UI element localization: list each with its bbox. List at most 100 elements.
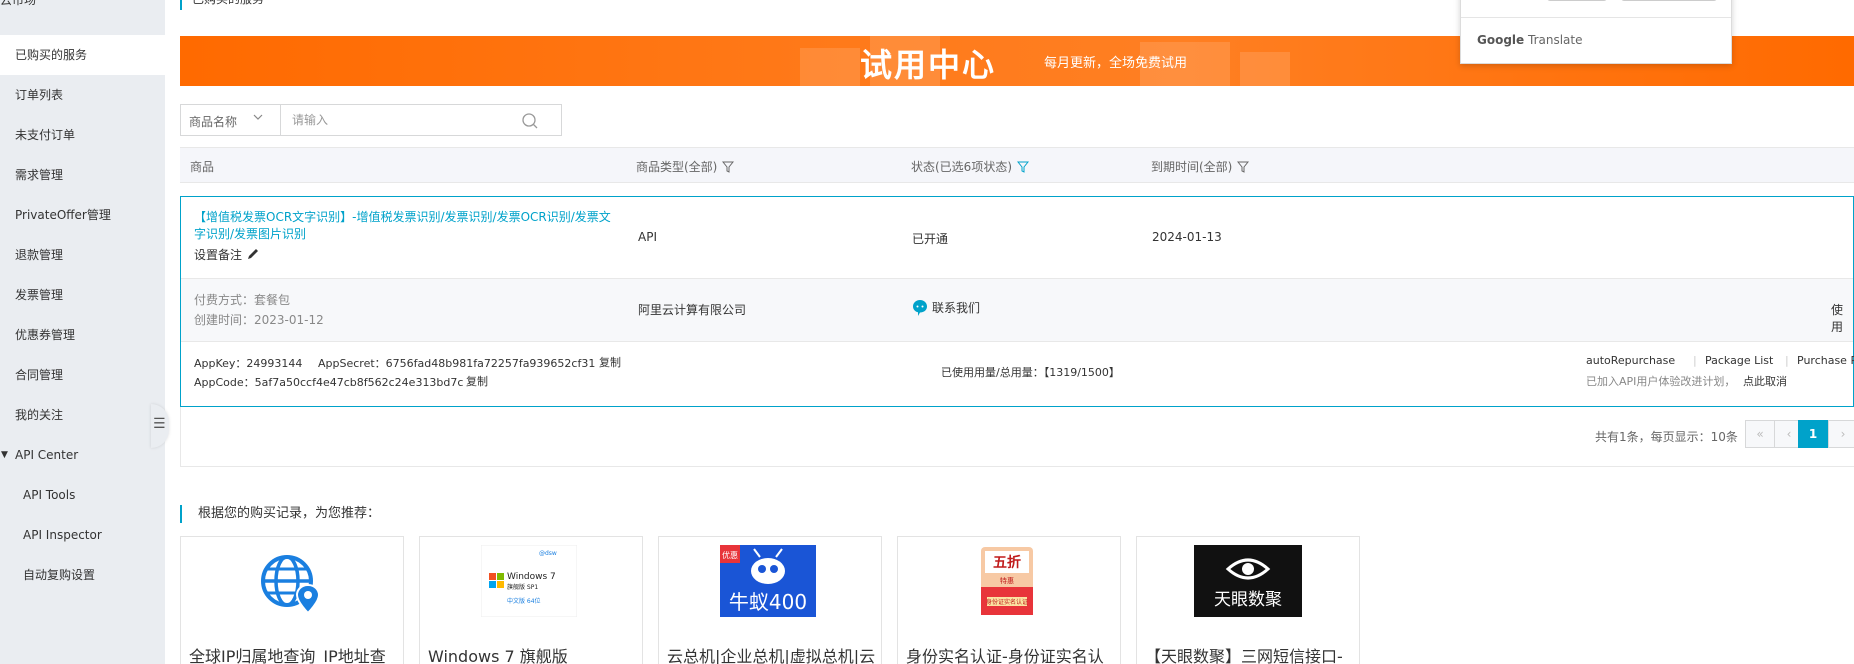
- column-status[interactable]: 状态(已选6项状态): [911, 158, 1029, 175]
- separator: |: [1693, 354, 1697, 367]
- column-type[interactable]: 商品类型(全部): [636, 158, 735, 175]
- sidebar-item-api-tools[interactable]: API Tools: [0, 475, 165, 515]
- set-note-label: 设置备注: [194, 248, 243, 262]
- brand-translate: Translate: [1528, 33, 1583, 47]
- sidebar: 云市场 已购买的服务 订单列表 未支付订单 需求管理 PrivateOffer管…: [0, 0, 165, 664]
- sidebar-item-order-list[interactable]: 订单列表: [0, 75, 165, 115]
- filter-icon[interactable]: [1017, 161, 1029, 173]
- sidebar-item-label: 发票管理: [15, 288, 64, 302]
- sidebar-item-label: API Center: [15, 448, 79, 462]
- sidebar-item-contracts[interactable]: 合同管理: [0, 355, 165, 395]
- set-note[interactable]: 设置备注: [194, 246, 260, 263]
- product-type: API: [638, 230, 657, 244]
- google-translate-popup: Google Translate: [1460, 0, 1732, 64]
- recommend-title: 根据您的购买记录，为您推荐：: [180, 505, 380, 523]
- recommend-card[interactable]: 天眼数聚 【天眼数聚】三网短信接口-: [1136, 536, 1360, 664]
- translate-popup-button[interactable]: [1547, 0, 1607, 1]
- copy-appcode-button[interactable]: 复制: [466, 373, 488, 389]
- column-product: 商品: [190, 160, 215, 174]
- product-name-link[interactable]: 【增值税发票OCR文字识别】-增值税发票识别/发票识别/发票OCR识别/发票文字…: [194, 209, 614, 243]
- contact-us-link[interactable]: 联系我们: [912, 299, 980, 317]
- column-expiry[interactable]: 到期时间(全部): [1151, 158, 1250, 175]
- vendor-link[interactable]: 阿里云计算有限公司: [638, 301, 746, 318]
- chevron-down-icon: [253, 114, 263, 120]
- sidebar-item-api-center[interactable]: ▼ API Center: [0, 435, 165, 475]
- pagination-summary: 共有1条，每页显示：10条: [1595, 430, 1738, 444]
- sidebar-item-label: 自动复购设置: [23, 568, 96, 582]
- sidebar-item-privateoffer[interactable]: PrivateOffer管理: [0, 195, 165, 235]
- page-1-button[interactable]: 1: [1798, 420, 1828, 448]
- translate-popup-button[interactable]: [1621, 0, 1717, 1]
- sidebar-collapse-toggle[interactable]: ☰: [151, 404, 169, 448]
- search-input[interactable]: [282, 105, 522, 135]
- sidebar-item-coupons[interactable]: 优惠券管理: [0, 315, 165, 355]
- sidebar-item-purchased-services[interactable]: 已购买的服务: [0, 35, 165, 75]
- sidebar-item-unpaid-orders[interactable]: 未支付订单: [0, 115, 165, 155]
- table-header: 商品 商品类型(全部) 状态(已选6项状态) 到期时间(全部): [180, 147, 1854, 183]
- card-title: 云总机|企业总机|虚拟总机|云: [667, 647, 876, 664]
- card-title: 身份实名认证-身份证实名认: [906, 647, 1104, 664]
- search-bar: 商品名称: [180, 104, 562, 136]
- banner-title: 试用中心: [860, 46, 997, 84]
- recommend-card[interactable]: 优惠 牛蚁400 云总机|企业总机|虚拟总机|云: [658, 536, 882, 664]
- brand-text: 牛蚁400: [729, 590, 807, 614]
- table-row: 【增值税发票OCR文字识别】-增值税发票识别/发票识别/发票OCR识别/发票文字…: [181, 197, 1853, 278]
- windows-logo-icon: @dsw Windows 7 旗舰版 SP1 中文版 64位: [481, 545, 577, 617]
- windows-version-text: 中文版 64位: [507, 597, 541, 605]
- deal-text: 特惠: [1000, 576, 1014, 585]
- divider: [1461, 17, 1731, 18]
- package-list-link[interactable]: Package List: [1705, 354, 1773, 367]
- sidebar-item-demand-management[interactable]: 需求管理: [0, 155, 165, 195]
- sidebar-item-invoices[interactable]: 发票管理: [0, 275, 165, 315]
- table-row: 付费方式：套餐包 创建时间：2023-01-12 阿里云计算有限公司 联系我们 …: [181, 278, 1853, 342]
- sidebar-item-auto-repurchase-settings[interactable]: 自动复购设置: [0, 555, 165, 595]
- auto-repurchase-link[interactable]: autoRepurchase: [1586, 354, 1675, 367]
- brand-google: Google: [1477, 33, 1525, 47]
- recommend-card[interactable]: 五折 特惠 身份证实名认证 身份实名认证-身份证实名认: [897, 536, 1121, 664]
- windows-text: Windows 7: [507, 572, 556, 582]
- sidebar-item-following[interactable]: 我的关注: [0, 395, 165, 435]
- sidebar-item-api-inspector[interactable]: API Inspector: [0, 515, 165, 555]
- windows-edition-text: 旗舰版 SP1: [507, 583, 538, 591]
- sidebar-item-refunds[interactable]: 退款管理: [0, 235, 165, 275]
- sidebar-item-label: 退款管理: [15, 248, 64, 262]
- filter-icon[interactable]: [1237, 161, 1250, 173]
- sidebar-item-label: API Inspector: [23, 528, 102, 542]
- sidebar-title: 云市场: [0, 0, 37, 7]
- column-type-label: 商品类型(全部): [636, 160, 718, 174]
- appsecret-value: AppSecret：6756fad48b981fa72257fa939652cf…: [318, 357, 596, 370]
- search-field-select[interactable]: 商品名称: [181, 105, 281, 135]
- coupon-icon: 五折 特惠 身份证实名认证: [959, 545, 1055, 617]
- order-card: 【增值税发票OCR文字识别】-增值税发票识别/发票识别/发票OCR识别/发票文字…: [180, 196, 1854, 407]
- plan-text: 已加入API用户体验改进计划，: [1586, 375, 1736, 388]
- google-translate-brand: Google Translate: [1477, 33, 1583, 47]
- recommend-card[interactable]: 全球IP归属地查询_IP地址查: [180, 536, 404, 664]
- search-icon[interactable]: [521, 112, 539, 130]
- globe-location-icon: [242, 545, 338, 617]
- plan-cancel-link[interactable]: 点此取消: [1743, 373, 1787, 389]
- appkey-value: AppKey：24993144: [194, 357, 303, 370]
- next-page-button[interactable]: ›: [1828, 420, 1854, 448]
- copy-appsecret-button[interactable]: 复制: [599, 354, 621, 370]
- filter-icon[interactable]: [722, 161, 735, 173]
- badge-text: 优惠: [722, 550, 738, 560]
- sidebar-item-label: 合同管理: [15, 368, 64, 382]
- id-auth-text: 身份证实名认证: [986, 598, 1028, 606]
- purchase-pack-link[interactable]: Purchase Pack: [1797, 354, 1854, 367]
- use-link[interactable]: 使用: [1831, 301, 1853, 335]
- banner-decoration: [1240, 52, 1290, 86]
- caret-down-icon: ▼: [1, 450, 8, 460]
- first-page-button[interactable]: «: [1745, 420, 1775, 448]
- svg-text:@dsw: @dsw: [539, 550, 557, 557]
- contact-us-label: 联系我们: [932, 301, 981, 315]
- recommend-card[interactable]: @dsw Windows 7 旗舰版 SP1 中文版 64位 Windows 7…: [419, 536, 643, 664]
- sidebar-item-label: 未支付订单: [15, 128, 76, 142]
- sidebar-item-label: 已购买的服务: [15, 48, 88, 62]
- card-title: 【天眼数聚】三网短信接口-: [1145, 647, 1343, 664]
- separator: |: [1785, 354, 1789, 367]
- banner-decoration: [800, 48, 860, 86]
- pencil-icon[interactable]: [246, 247, 260, 261]
- card-title: Windows 7 旗舰版: [428, 647, 568, 664]
- menu-icon: ☰: [153, 416, 166, 432]
- sidebar-item-label: API Tools: [23, 488, 76, 502]
